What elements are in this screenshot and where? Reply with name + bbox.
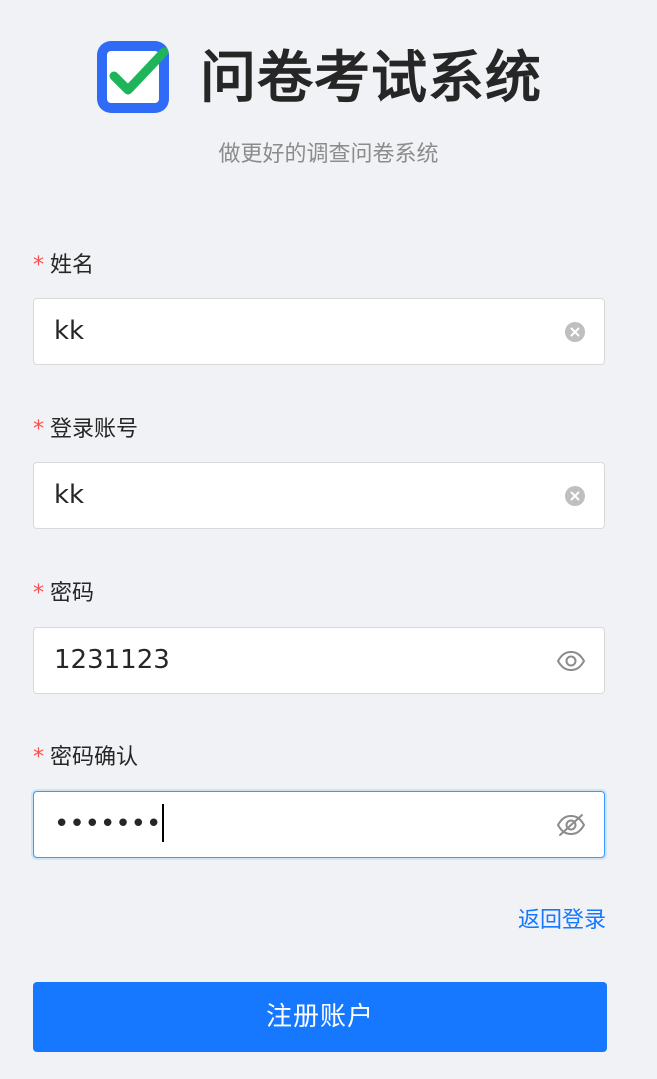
app-title: 问卷考试系统 (200, 46, 542, 111)
eye-slash-icon[interactable] (556, 813, 586, 837)
name-label-text: 姓名 (50, 253, 95, 278)
required-mark: * (33, 253, 44, 278)
name-input[interactable]: kk (33, 298, 605, 365)
account-input-value[interactable]: kk (54, 463, 84, 528)
account-input[interactable]: kk (33, 462, 605, 529)
confirm-password-dots[interactable]: ••••••• (54, 809, 161, 839)
name-input-value[interactable]: kk (54, 299, 84, 364)
eye-icon[interactable] (556, 650, 586, 672)
register-button[interactable]: 注册账户 (33, 982, 607, 1052)
required-mark: * (33, 581, 44, 606)
checkbox-check-icon (97, 41, 169, 113)
password-input[interactable]: 1231123 (33, 627, 605, 694)
account-label: * 登录账号 (33, 415, 138, 445)
required-mark: * (33, 417, 44, 442)
required-mark: * (33, 745, 44, 770)
app-header: 问卷考试系统 (0, 36, 657, 116)
back-to-login-link[interactable]: 返回登录 (518, 905, 606, 937)
password-input-value[interactable]: 1231123 (54, 628, 170, 693)
clear-icon[interactable] (564, 485, 586, 507)
name-label: * 姓名 (33, 251, 94, 281)
confirm-password-label: * 密码确认 (33, 743, 138, 773)
password-label: * 密码 (33, 579, 94, 609)
confirm-password-input-value[interactable]: ••••••• (54, 792, 165, 857)
password-label-text: 密码 (50, 581, 95, 606)
app-subtitle: 做更好的调查问卷系统 (218, 142, 439, 167)
text-caret (162, 803, 165, 842)
account-label-text: 登录账号 (50, 417, 139, 442)
confirm-password-label-text: 密码确认 (50, 745, 139, 770)
clear-icon[interactable] (564, 321, 586, 343)
confirm-password-input[interactable]: ••••••• (33, 791, 605, 858)
